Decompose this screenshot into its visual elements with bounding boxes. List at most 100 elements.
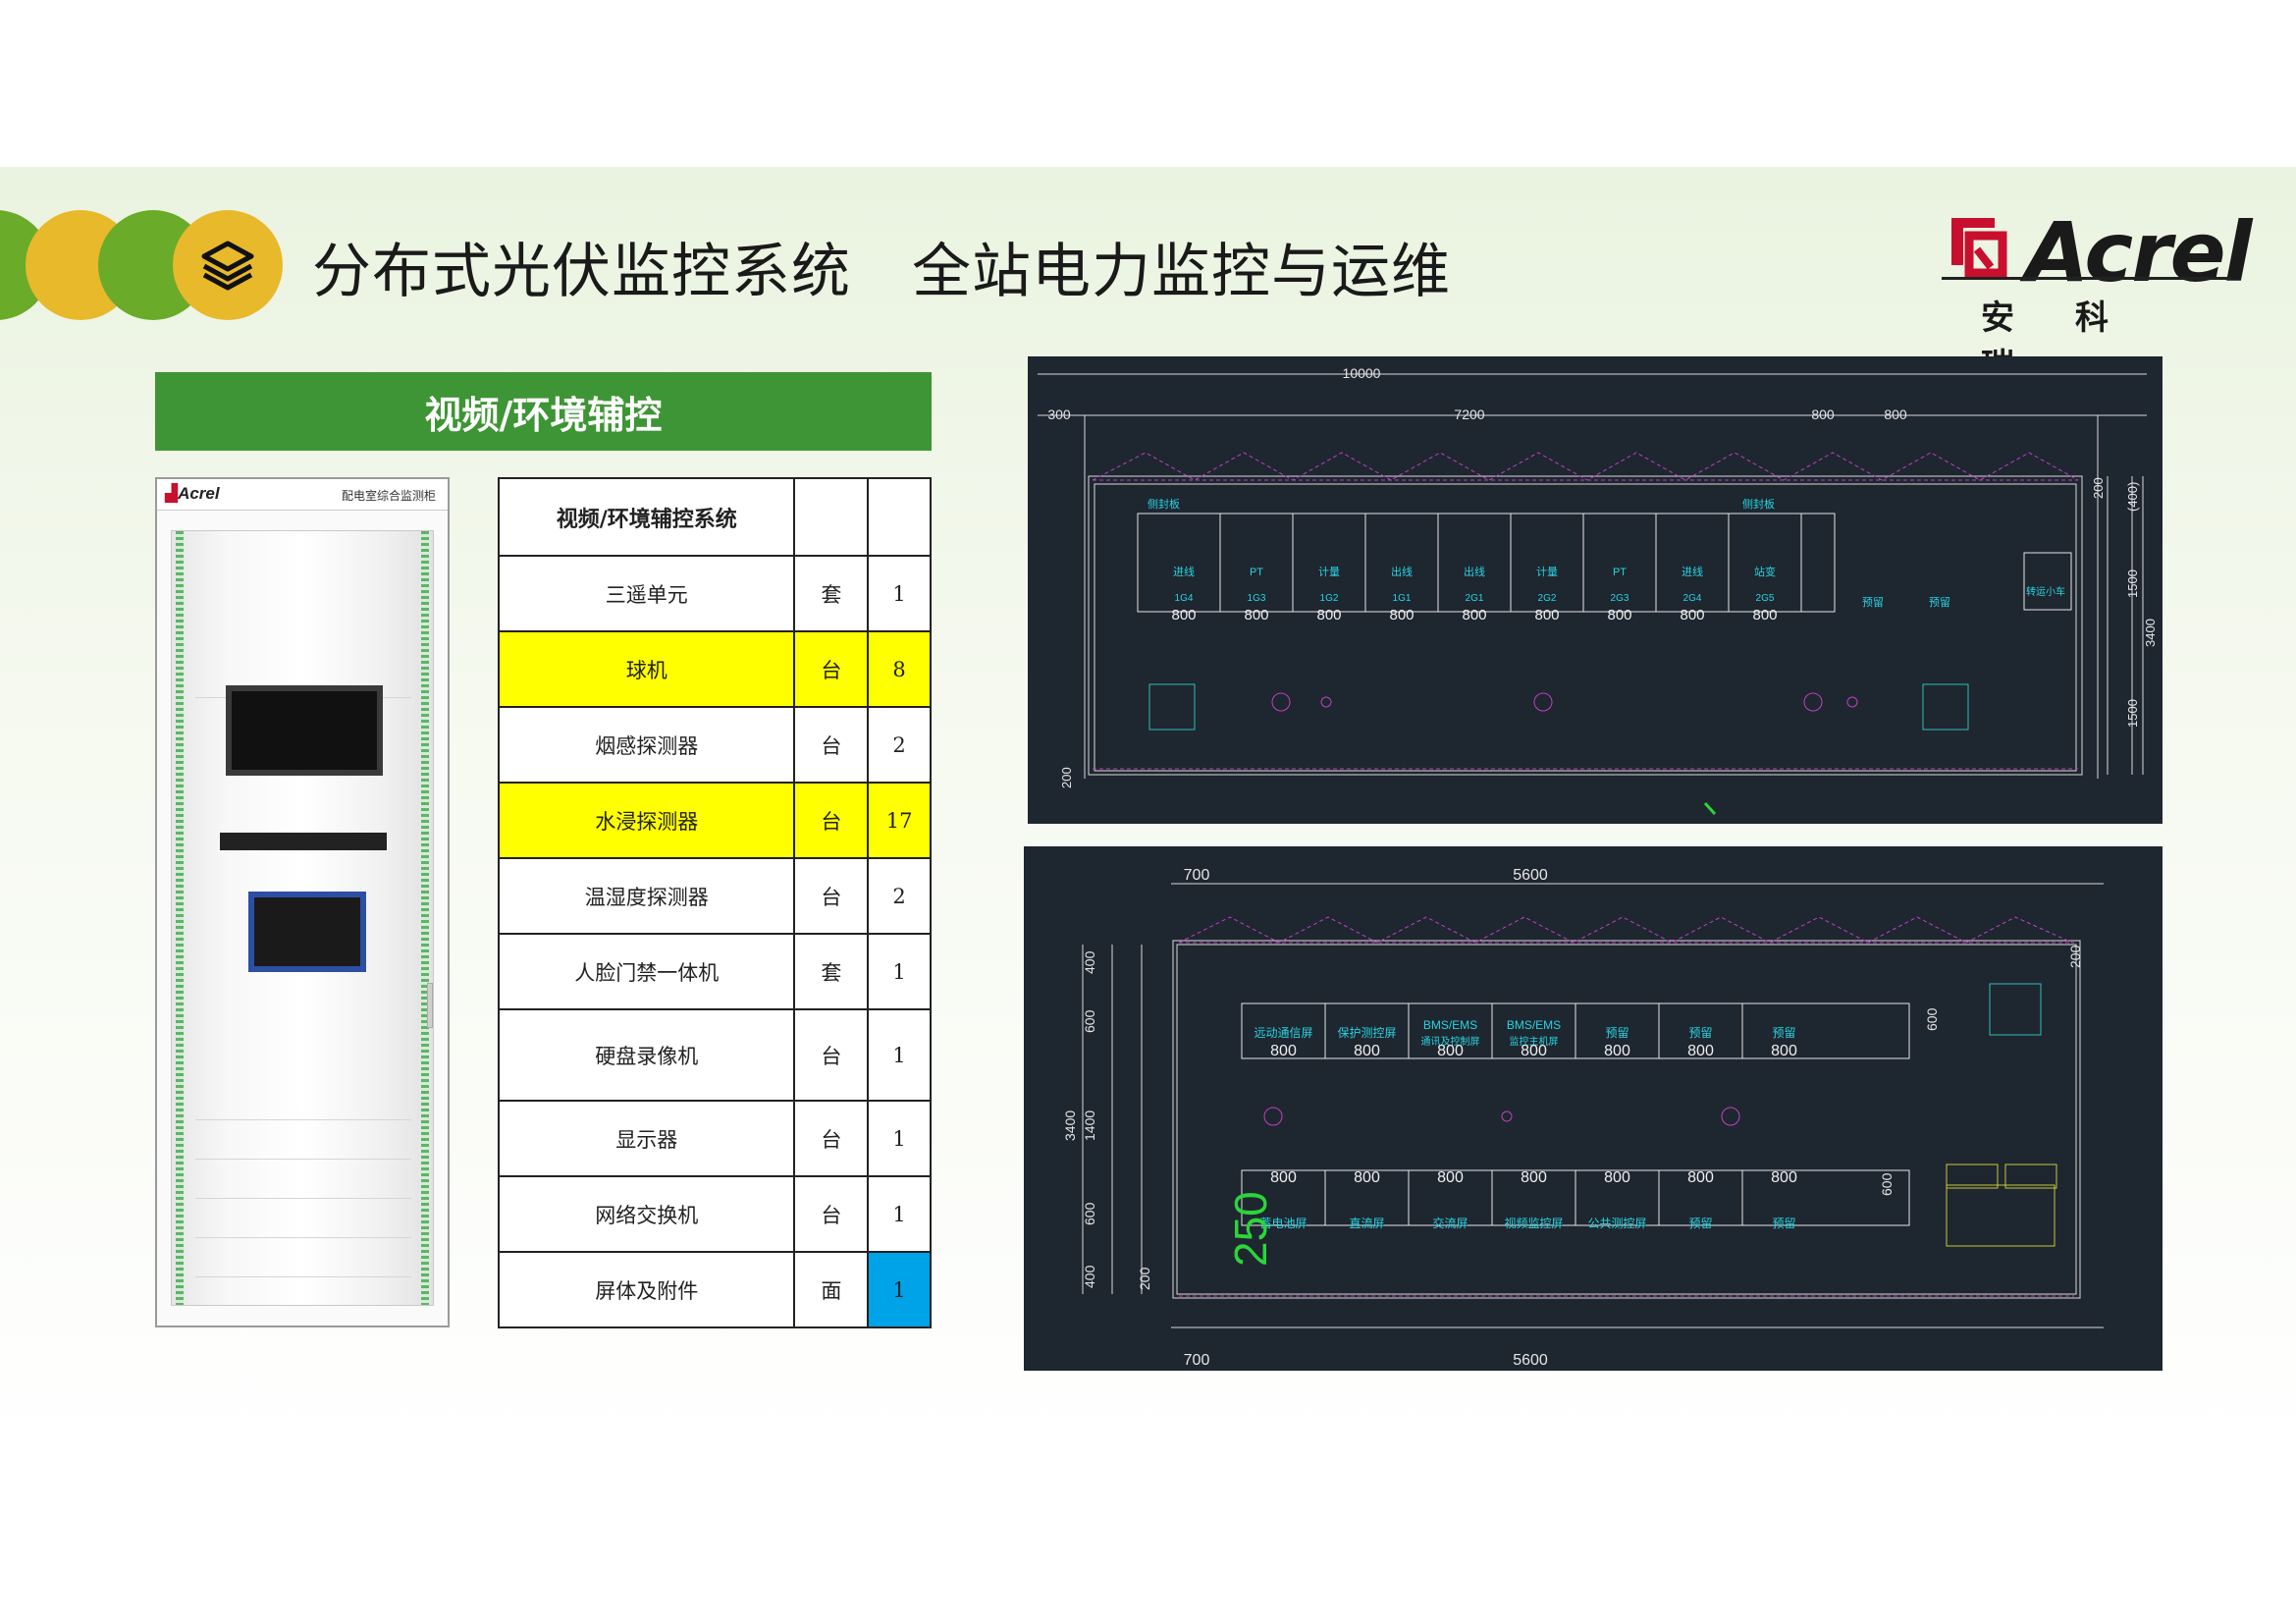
item-qty: 1 xyxy=(867,933,932,1010)
item-qty: 2 xyxy=(867,857,932,935)
cabinet-width: 800 xyxy=(1607,607,1631,623)
dim-text: 200 xyxy=(1137,1267,1152,1290)
table-header-row: 视频/环境辅控系统 xyxy=(497,477,932,557)
table-row: 人脸门禁一体机 套 1 xyxy=(497,933,932,1010)
cabinet-panel xyxy=(195,1081,411,1120)
acrel-mark-icon xyxy=(1951,218,2007,278)
cabinet-panel xyxy=(195,1160,411,1199)
table-row: 温湿度探测器 台 2 xyxy=(497,857,932,935)
item-name: 温湿度探测器 xyxy=(497,857,796,935)
dim-text: 600 xyxy=(1879,1172,1895,1196)
dim-text: 400 xyxy=(1082,950,1097,974)
cabinet-type: PT xyxy=(1250,567,1263,578)
table-cell xyxy=(793,477,870,557)
dim-text: 1500 xyxy=(2125,699,2140,728)
cabinet-code: 2G2 xyxy=(1538,593,1557,604)
dim-text: (400) xyxy=(2125,482,2140,512)
item-unit: 台 xyxy=(793,630,870,708)
cabinet-type: 站变 xyxy=(1754,565,1776,578)
cabinet-width: 800 xyxy=(1316,607,1341,623)
dim-text: 600 xyxy=(1924,1007,1940,1031)
cabinet-width: 800 xyxy=(1244,607,1268,623)
cabinet-panel xyxy=(195,1199,411,1238)
item-name: 水浸探测器 xyxy=(497,782,796,859)
table-row: 球机 台 8 xyxy=(497,630,932,708)
item-unit: 面 xyxy=(793,1251,870,1328)
dim-text: 3400 xyxy=(1062,1110,1078,1141)
panel-width: 800 xyxy=(1354,1043,1380,1059)
monitor-screen xyxy=(226,685,383,776)
cabinet-name: 配电室综合监测柜 xyxy=(341,489,436,503)
reserve-label: 预留 xyxy=(1862,596,1884,609)
title-left: 分布式光伏监控系统 xyxy=(312,238,851,306)
panel-label: BMS/EMS xyxy=(1507,1018,1561,1032)
layout-drawing-1: 10000 300 7200 800 800 200 (400) 1500 34… xyxy=(1028,356,2163,824)
panel-width: 800 xyxy=(1270,1169,1297,1186)
cabinet-type: 出线 xyxy=(1464,565,1485,578)
table-header: 视频/环境辅控系统 xyxy=(497,477,796,557)
panel-label: 预留 xyxy=(1605,1026,1629,1040)
panel-width: 800 xyxy=(1771,1043,1797,1059)
item-qty: 1 xyxy=(867,1100,932,1177)
cabinet-width: 800 xyxy=(1171,607,1196,623)
dim-text: 5600 xyxy=(1513,867,1548,884)
table-row: 显示器 台 1 xyxy=(497,1100,932,1177)
cabinet-width: 800 xyxy=(1752,607,1777,623)
panel-label: 直流屏 xyxy=(1349,1217,1384,1230)
cabinet-panel xyxy=(195,1120,411,1160)
big-dim-text: 250 xyxy=(1225,1191,1276,1267)
panel-width: 800 xyxy=(1687,1169,1714,1186)
item-name: 烟感探测器 xyxy=(497,706,796,784)
panel-width: 800 xyxy=(1521,1043,1547,1059)
cabinet-panel xyxy=(195,1238,411,1277)
item-name: 硬盘录像机 xyxy=(497,1008,796,1102)
item-unit: 台 xyxy=(793,782,870,859)
table-row: 烟感探测器 台 2 xyxy=(497,706,932,784)
table-row: 网络交换机 台 1 xyxy=(497,1175,932,1253)
table-row: 水浸探测器 台 17 xyxy=(497,782,932,859)
panel-label: 视频监控屏 xyxy=(1504,1216,1563,1230)
panel-label: 公共测控屏 xyxy=(1587,1217,1646,1230)
panel-label: 远动通信屏 xyxy=(1254,1026,1312,1040)
item-name: 显示器 xyxy=(497,1100,796,1177)
item-unit: 台 xyxy=(793,1008,870,1102)
dim-text: 200 xyxy=(1059,767,1074,788)
cabinet-image: ▟Acrel 配电室综合监测柜 xyxy=(155,477,450,1327)
item-qty: 1 xyxy=(867,1175,932,1253)
panel-width: 800 xyxy=(1270,1043,1297,1059)
item-name: 网络交换机 xyxy=(497,1175,796,1253)
cabinet-handle xyxy=(427,983,433,1028)
dim-text: 600 xyxy=(1082,1009,1097,1033)
cabinet-width: 800 xyxy=(1389,607,1414,623)
item-qty: 1 xyxy=(867,555,932,632)
panel-label: 预留 xyxy=(1688,1026,1712,1040)
panel-width: 800 xyxy=(1687,1043,1714,1059)
dim-text: 5600 xyxy=(1513,1352,1548,1369)
cabinet-width: 800 xyxy=(1680,607,1704,623)
item-qty: 17 xyxy=(867,782,932,859)
panel-width: 800 xyxy=(1437,1169,1464,1186)
network-switch xyxy=(220,833,387,850)
dim-text: 1400 xyxy=(1082,1110,1097,1141)
cabinet-type: 计量 xyxy=(1318,566,1340,578)
logo-word: Acrel xyxy=(2025,204,2252,300)
dim-text: 200 xyxy=(2067,945,2083,968)
dim-text: 800 xyxy=(1884,406,1907,422)
item-unit: 台 xyxy=(793,706,870,784)
item-unit: 台 xyxy=(793,1175,870,1253)
brand-logo: Acrel 安科瑞 xyxy=(1942,204,2252,386)
dim-text: 300 xyxy=(1047,406,1071,422)
layout-drawing-2: 700 5600 700 5600 400 600 3400 1400 600 … xyxy=(1024,846,2163,1371)
cabinet-code: 2G3 xyxy=(1611,593,1629,604)
panel-width: 800 xyxy=(1604,1169,1630,1186)
logo-char: 科 xyxy=(2075,298,2109,338)
item-name: 人脸门禁一体机 xyxy=(497,933,796,1010)
panel-width: 800 xyxy=(1604,1043,1630,1059)
drawing-1-canvas: 10000 300 7200 800 800 200 (400) 1500 34… xyxy=(1038,365,2158,816)
layers-icon-circle xyxy=(173,210,283,320)
equipment-table: 视频/环境辅控系统 三遥单元 套 1 球机 台 8 烟感探测器 台 2 水浸探测… xyxy=(497,477,932,1328)
item-name: 三遥单元 xyxy=(497,555,796,632)
drawing-2-canvas: 700 5600 700 5600 400 600 3400 1400 600 … xyxy=(1062,867,2104,1369)
reserve-label: 预留 xyxy=(1929,596,1950,609)
item-qty: 1 xyxy=(867,1008,932,1102)
